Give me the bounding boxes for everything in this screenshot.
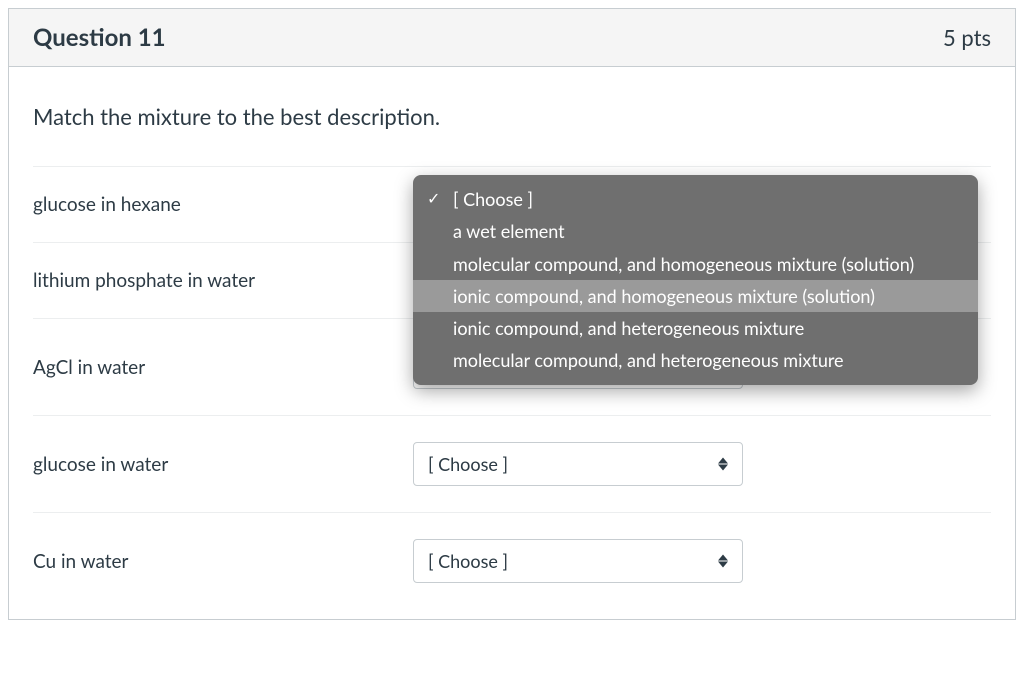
- dropdown-option-label: a wet element: [453, 220, 565, 242]
- select-value: [ Choose ]: [428, 550, 508, 572]
- dropdown-option-label: molecular compound, and heterogeneous mi…: [453, 349, 844, 371]
- dropdown-option-label: ionic compound, and heterogeneous mixtur…: [453, 317, 804, 339]
- question-title: Question 11: [33, 23, 166, 52]
- dropdown-option[interactable]: ✓ [ Choose ]: [413, 183, 978, 215]
- dropdown-option-label: molecular compound, and homogeneous mixt…: [453, 253, 914, 275]
- dropdown-option[interactable]: ionic compound, and homogeneous mixture …: [413, 280, 978, 312]
- question-prompt: Match the mixture to the best descriptio…: [33, 103, 991, 130]
- dropdown-option[interactable]: a wet element: [413, 215, 978, 247]
- select-value: [ Choose ]: [428, 453, 508, 475]
- match-label: glucose in hexane: [33, 193, 413, 216]
- question-header: Question 11 5 pts: [9, 9, 1015, 67]
- updown-icon: [718, 555, 728, 568]
- question-card: Question 11 5 pts Match the mixture to t…: [8, 8, 1016, 620]
- match-row: glucose in water [ Choose ]: [33, 415, 991, 512]
- question-body: Match the mixture to the best descriptio…: [9, 67, 1015, 619]
- answer-select[interactable]: [ Choose ]: [413, 539, 743, 583]
- match-label: AgCl in water: [33, 356, 413, 379]
- updown-icon: [718, 458, 728, 471]
- question-points: 5 pts: [943, 24, 991, 51]
- dropdown-option[interactable]: molecular compound, and homogeneous mixt…: [413, 248, 978, 280]
- dropdown-option[interactable]: ionic compound, and heterogeneous mixtur…: [413, 312, 978, 344]
- dropdown-option[interactable]: molecular compound, and heterogeneous mi…: [413, 344, 978, 376]
- dropdown-option-label: ionic compound, and homogeneous mixture …: [453, 285, 875, 307]
- dropdown-menu[interactable]: ✓ [ Choose ] a wet element molecular com…: [413, 175, 978, 385]
- match-label: lithium phosphate in water: [33, 269, 413, 292]
- match-label: Cu in water: [33, 550, 413, 573]
- dropdown-option-label: [ Choose ]: [453, 188, 533, 210]
- answer-select[interactable]: [ Choose ]: [413, 442, 743, 486]
- match-label: glucose in water: [33, 453, 413, 476]
- match-row: Cu in water [ Choose ]: [33, 512, 991, 609]
- check-icon: ✓: [427, 188, 440, 210]
